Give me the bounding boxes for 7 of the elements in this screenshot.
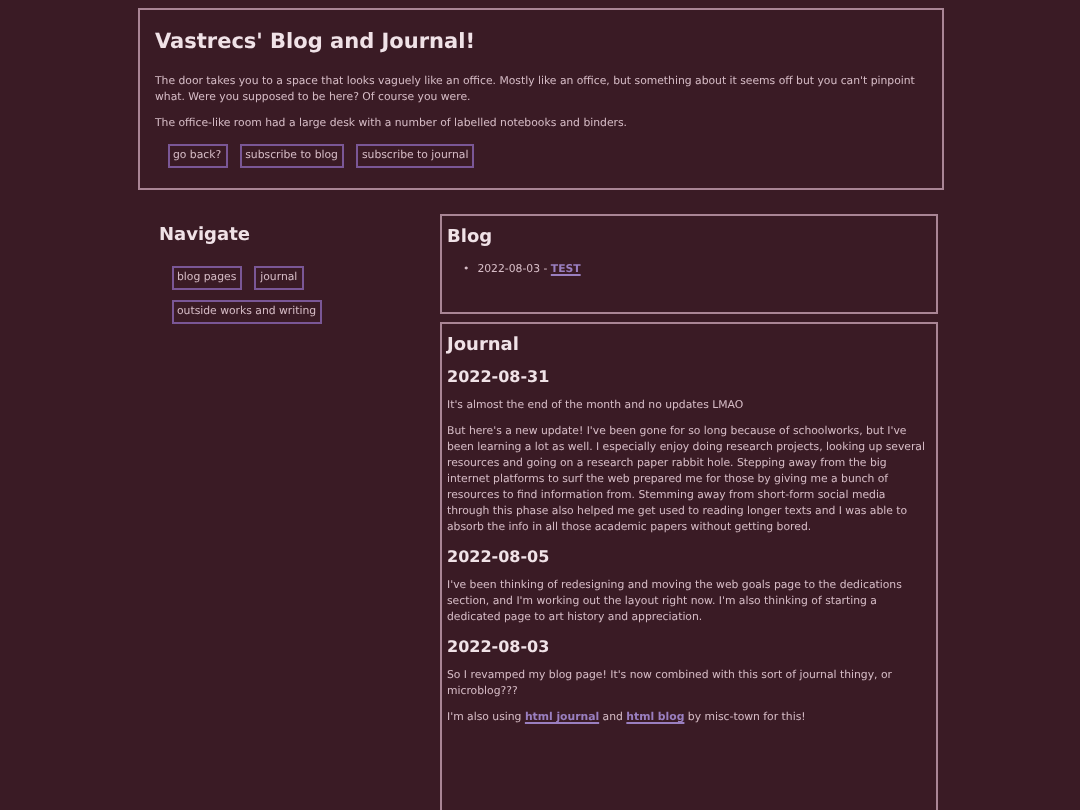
- entry-date: 2022-08-05: [447, 548, 552, 566]
- blog-heading: Blog: [447, 228, 495, 248]
- page-title: Vastrecs' Blog and Journal!: [155, 30, 477, 54]
- navigate-heading: Navigate: [159, 226, 252, 246]
- entry-date: 2022-08-03: [447, 638, 552, 656]
- journal-heading: Journal: [447, 336, 521, 356]
- entry-date: 2022-08-31: [447, 368, 552, 386]
